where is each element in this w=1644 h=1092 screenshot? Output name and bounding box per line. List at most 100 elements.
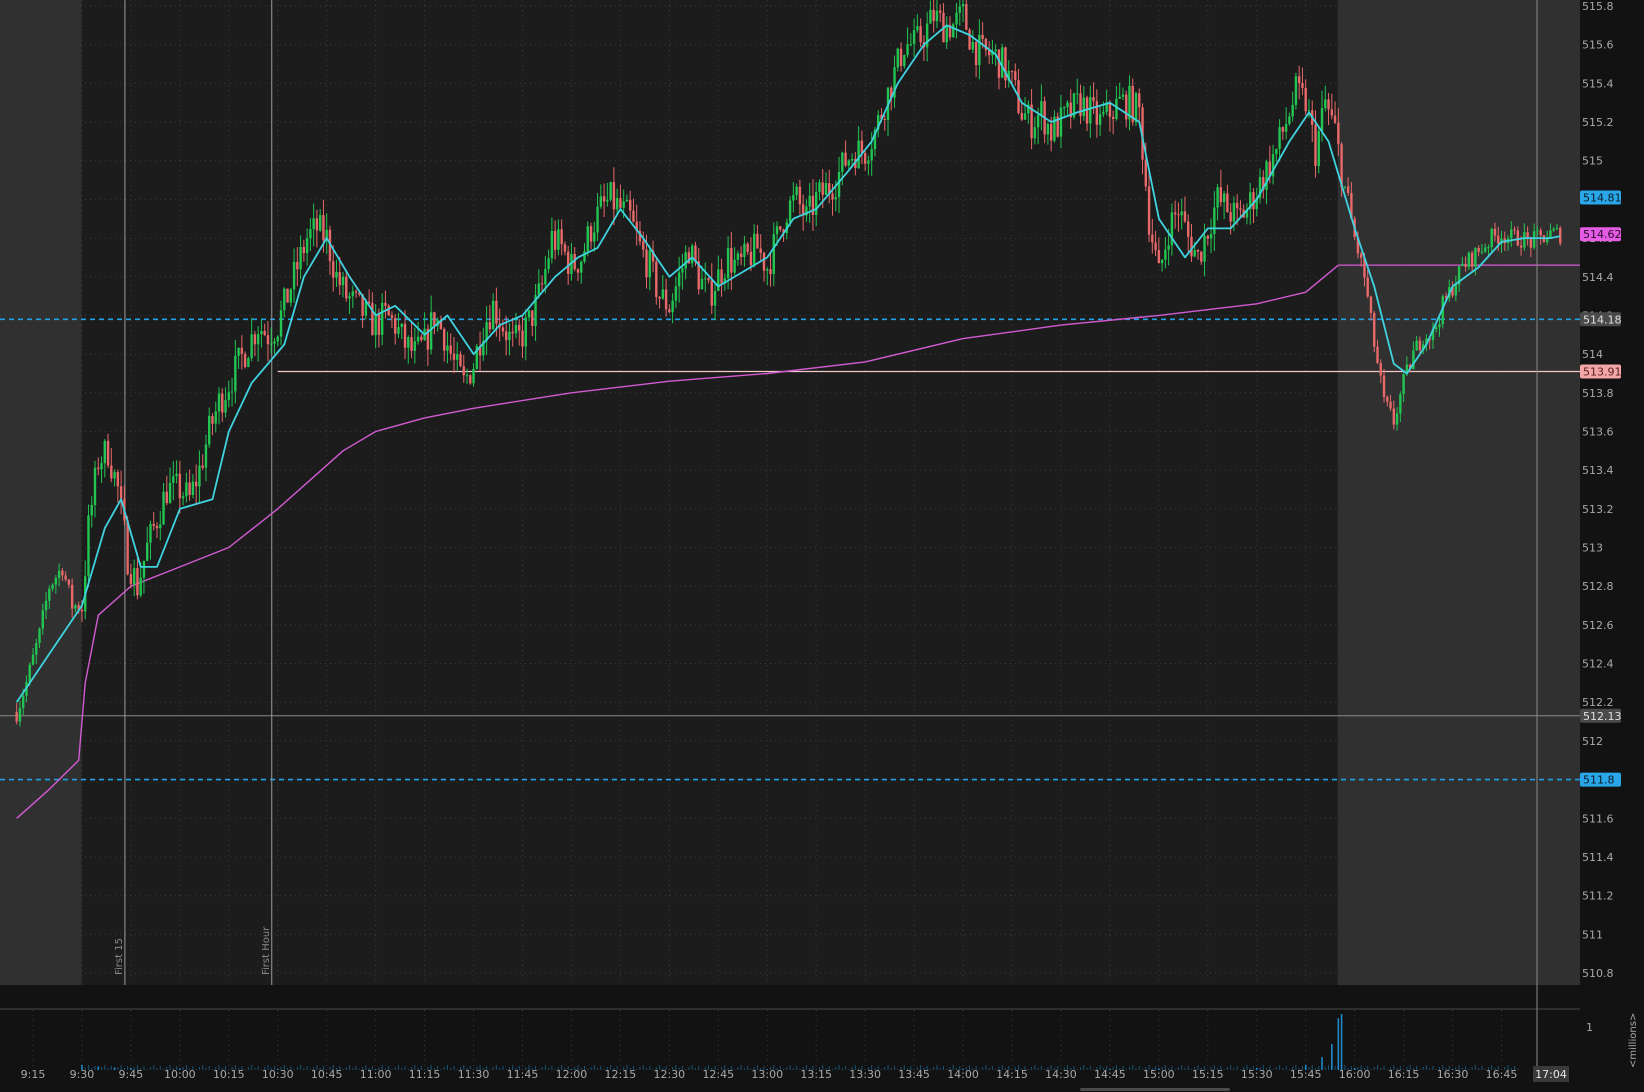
candle-body	[909, 44, 913, 46]
candle-body	[863, 153, 867, 164]
candle-body	[155, 525, 159, 529]
candle-body	[795, 186, 798, 196]
candle-body	[945, 24, 948, 43]
candle-body	[1216, 187, 1219, 208]
candle-body	[1036, 115, 1040, 128]
candle-body	[642, 241, 645, 250]
candle-body	[628, 199, 632, 211]
candle-body	[1200, 251, 1203, 262]
candle-body	[240, 347, 244, 354]
time-tick-label: 13:30	[849, 1068, 881, 1081]
candle-body	[1513, 229, 1516, 231]
candle-body	[1121, 94, 1125, 97]
candle-body	[978, 34, 981, 66]
candle-body	[606, 199, 609, 202]
candle-body	[38, 628, 41, 644]
candle-body	[775, 226, 779, 235]
candle-body	[1510, 229, 1513, 239]
candle-body	[420, 336, 423, 341]
candle-body	[1187, 221, 1190, 237]
candle-body	[126, 520, 129, 575]
candle-body	[113, 471, 116, 479]
candle-body	[955, 12, 958, 25]
time-tick-label: 11:15	[409, 1068, 441, 1081]
time-tick-label: 15:00	[1143, 1068, 1175, 1081]
price-chart[interactable]: First 15 First Hour 515.8 515.6 515.4 515.2 5…	[0, 0, 1644, 1092]
candle-body	[766, 269, 769, 271]
price-tag-label: 514.81	[1583, 191, 1622, 204]
candle-body	[315, 218, 319, 231]
candle-body	[214, 411, 217, 424]
candle-body	[354, 291, 358, 293]
candle-body	[1519, 245, 1523, 248]
candle-body	[1281, 127, 1285, 132]
candle-body	[456, 354, 459, 360]
candle-body	[583, 251, 586, 262]
candle-body	[1111, 116, 1115, 120]
candle-body	[674, 286, 678, 301]
candle-body	[1164, 249, 1167, 260]
candle-body	[524, 317, 527, 347]
time-tick-label: 11:30	[458, 1068, 490, 1081]
candle-body	[299, 246, 302, 270]
price-tick-label: 515.4	[1582, 77, 1614, 90]
candle-body	[149, 523, 152, 543]
candle-body	[1314, 124, 1317, 167]
candle-body	[1470, 252, 1474, 267]
candle-body	[1343, 186, 1347, 188]
candle-body	[994, 49, 997, 52]
candle-body	[289, 289, 293, 303]
candle-body	[713, 290, 717, 306]
cursor-time-label: 17:04	[1535, 1068, 1567, 1081]
candle-body	[974, 41, 978, 66]
candle-body	[1180, 211, 1183, 216]
candle-body	[965, 4, 968, 30]
candle-body	[521, 330, 524, 347]
candle-body	[1144, 159, 1147, 187]
candle-body	[811, 195, 815, 215]
candle-body	[1014, 71, 1017, 81]
candle-body	[707, 278, 710, 281]
price-tick-label: 512.6	[1582, 619, 1614, 632]
candle-body	[1066, 102, 1069, 108]
price-tag-label: 514.62	[1583, 228, 1622, 241]
candle-body	[433, 312, 436, 326]
time-tick-label: 9:15	[21, 1068, 46, 1081]
time-tick-label: 10:15	[213, 1068, 245, 1081]
candle-body	[449, 345, 452, 354]
candle-body	[1213, 207, 1216, 235]
candle-body	[544, 268, 547, 285]
candle-body	[717, 269, 720, 291]
candle-body	[576, 269, 580, 273]
candle-body	[175, 473, 178, 477]
candle-body	[632, 210, 635, 222]
candle-body	[87, 515, 90, 577]
candle-body	[322, 215, 325, 241]
time-tick-label: 16:15	[1388, 1068, 1420, 1081]
candle-body	[194, 481, 198, 487]
time-tick-label: 15:15	[1192, 1068, 1224, 1081]
candle-body	[504, 331, 508, 341]
time-scrollbar[interactable]	[1080, 1088, 1230, 1091]
candle-body	[296, 261, 299, 270]
candle-body	[1229, 212, 1232, 222]
candle-body	[462, 366, 465, 376]
price-tick-label: 512.4	[1582, 658, 1614, 671]
candle-body	[397, 327, 400, 334]
candle-body	[1160, 259, 1164, 264]
candle-body	[387, 305, 390, 316]
candle-body	[1373, 312, 1376, 347]
candle-body	[1138, 93, 1141, 108]
candle-body	[1402, 374, 1405, 395]
candle-body	[841, 152, 844, 172]
candle-body	[1115, 98, 1118, 120]
candle-body	[1151, 234, 1154, 243]
candle-body	[860, 140, 864, 154]
marker-label: First 15	[114, 938, 125, 975]
candle-body	[273, 341, 276, 344]
candle-body	[198, 465, 201, 487]
price-tick-label: 515.2	[1582, 116, 1614, 129]
candle-body	[15, 711, 18, 722]
candle-body	[1529, 237, 1533, 248]
candle-body	[279, 310, 283, 337]
